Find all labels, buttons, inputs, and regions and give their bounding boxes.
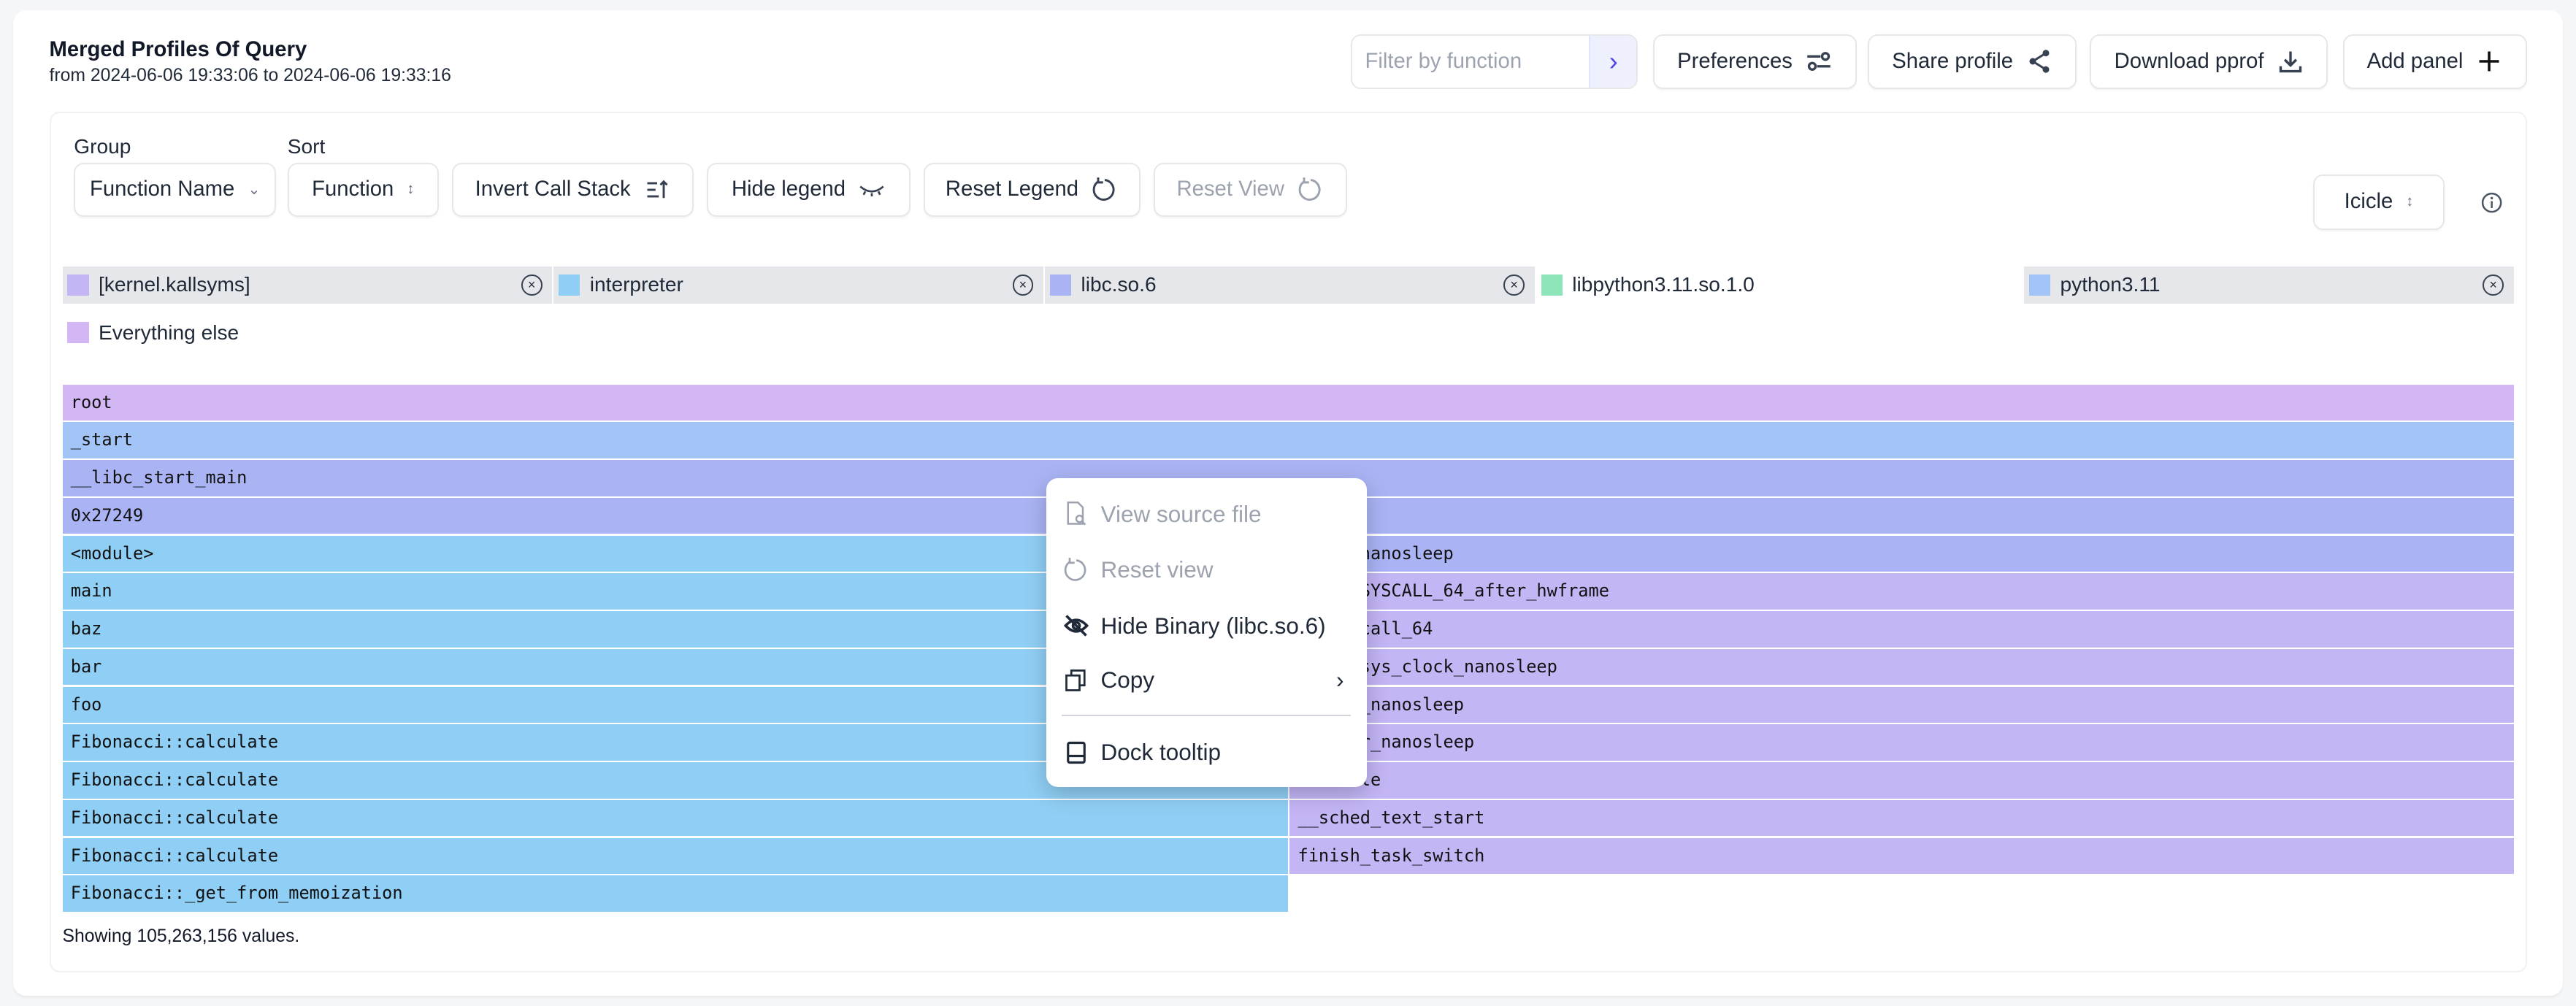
menu-item-label: View source file <box>1100 500 1262 527</box>
menu-item-label: Reset view <box>1100 556 1214 583</box>
info-icon[interactable] <box>2481 192 2502 213</box>
group-select[interactable]: Function Name ⌄ <box>74 162 276 217</box>
flame-frame[interactable]: Fibonacci::calculate <box>62 837 1288 874</box>
legend-item[interactable]: interpreter × <box>553 266 1043 304</box>
sort-ascending-icon <box>647 180 668 199</box>
legend-label: [kernel.kallsyms] <box>99 273 250 296</box>
reset-legend-button[interactable]: Reset Legend <box>923 162 1141 217</box>
eye-off-icon <box>1063 615 1089 637</box>
legend-swatch <box>559 274 580 296</box>
time-range: from 2024-06-06 19:33:06 to 2024-06-06 1… <box>49 66 451 85</box>
chevron-down-icon: ⌄ <box>248 182 261 199</box>
sort-value: Function <box>312 177 394 201</box>
reset-icon <box>1298 177 1321 201</box>
flame-frame[interactable]: hrtimer_nanosleep <box>1289 724 2514 761</box>
legend-swatch <box>1541 274 1563 296</box>
legend-item[interactable]: libc.so.6 × <box>1045 266 1535 304</box>
reset-icon <box>1092 177 1115 201</box>
legend-label: interpreter <box>589 273 683 296</box>
download-label: Download pprof <box>2114 49 2264 73</box>
invert-label: Invert Call Stack <box>475 177 631 201</box>
menu-item-copy[interactable]: Copy › <box>1063 658 1351 702</box>
sort-label: Sort <box>287 134 326 158</box>
visualization-value: Icicle <box>2344 190 2393 214</box>
menu-item-view-source-file[interactable]: View source file <box>1063 493 1351 536</box>
invert-call-stack-button[interactable]: Invert Call Stack <box>451 162 694 217</box>
share-profile-button[interactable]: Share profile <box>1868 34 2077 89</box>
chevron-up-down-icon: ↕ <box>407 181 415 198</box>
preferences-button[interactable]: Preferences <box>1652 34 1857 89</box>
download-pprof-button[interactable]: Download pprof <box>2090 34 2328 89</box>
filter-submit-button[interactable]: › <box>1589 36 1637 88</box>
legend-label: libpython3.11.so.1.0 <box>1572 273 1755 296</box>
legend-swatch <box>67 274 89 296</box>
flame-frame[interactable]: clock_nanosleep <box>1289 535 2514 572</box>
remove-circle-icon[interactable]: × <box>2483 274 2504 296</box>
flame-frame[interactable]: do_syscall_64 <box>1289 611 2514 648</box>
group-value: Function Name <box>89 177 235 201</box>
page-title: Merged Profiles Of Query <box>49 37 307 61</box>
chevron-right-icon: › <box>1336 667 1344 693</box>
flame-frame[interactable]: Fibonacci::calculate <box>62 799 1288 837</box>
sliders-icon <box>1807 52 1831 72</box>
legend-item[interactable]: [kernel.kallsyms] × <box>62 266 552 304</box>
chevron-right-icon: › <box>1609 46 1618 77</box>
legend-item[interactable]: python3.11 × <box>2024 266 2514 304</box>
sort-select[interactable]: Function ↕ <box>287 162 439 217</box>
share-label: Share profile <box>1892 49 2014 73</box>
flame-frame[interactable]: Fibonacci::_get_from_memoization <box>62 875 1288 912</box>
group-label: Group <box>74 134 131 158</box>
context-menu: View source file Reset view Hide Binary … <box>1046 477 1367 787</box>
legend-swatch <box>67 322 89 344</box>
flame-frame[interactable]: finish_task_switch <box>1289 837 2514 874</box>
reset-view-label: Reset View <box>1176 177 1284 201</box>
legend-label: libc.so.6 <box>1081 273 1157 296</box>
share-icon <box>2029 50 2050 74</box>
reset-icon <box>1064 557 1086 581</box>
flame-frame[interactable]: schedule <box>1289 762 2514 799</box>
plus-icon <box>2479 51 2499 72</box>
reset-legend-label: Reset Legend <box>945 177 1079 201</box>
menu-item-label: Hide Binary (libc.so.6) <box>1100 612 1326 639</box>
legend-item[interactable]: libpython3.11.so.1.0 <box>1536 266 2026 304</box>
filter-by-function: › <box>1350 34 1638 89</box>
dock-icon <box>1066 741 1086 764</box>
filter-input[interactable] <box>1352 36 1590 88</box>
reset-view-button[interactable]: Reset View <box>1153 162 1347 217</box>
menu-item-reset-view[interactable]: Reset view <box>1063 549 1351 592</box>
legend-label: Everything else <box>99 320 239 344</box>
flame-frame[interactable]: _start <box>62 422 2514 458</box>
download-icon <box>2279 51 2301 73</box>
remove-circle-icon[interactable]: × <box>1503 274 1525 296</box>
remove-circle-icon[interactable]: × <box>521 274 543 296</box>
menu-item-hide-binary[interactable]: Hide Binary (libc.so.6) <box>1063 604 1351 648</box>
eye-closed-icon <box>859 185 884 196</box>
copy-icon <box>1065 669 1086 691</box>
flame-frame[interactable]: __sched_text_start <box>1289 799 2514 837</box>
preferences-label: Preferences <box>1677 49 1793 73</box>
flame-frame[interactable]: root <box>62 384 2514 421</box>
chevron-up-down-icon: ↕ <box>2406 193 2414 210</box>
legend-swatch <box>1049 274 1071 296</box>
add-panel-button[interactable]: Add panel <box>2342 34 2527 89</box>
flame-frame[interactable]: common_nanosleep <box>1289 686 2514 723</box>
remove-circle-icon[interactable]: × <box>1012 274 1034 296</box>
menu-item-label: Dock tooltip <box>1100 739 1222 765</box>
legend-item[interactable]: Everything else <box>63 314 553 352</box>
flame-frame[interactable]: entry_SYSCALL_64_after_hwframe <box>1289 573 2514 610</box>
menu-divider <box>1061 714 1351 716</box>
hide-legend-label: Hide legend <box>731 177 846 201</box>
file-search-icon <box>1067 502 1086 526</box>
legend-swatch <box>2028 274 2050 296</box>
values-count: Showing 105,263,156 values. <box>62 926 300 946</box>
add-panel-label: Add panel <box>2366 49 2464 73</box>
menu-item-label: Copy <box>1100 667 1155 693</box>
visualization-select[interactable]: Icicle ↕ <box>2313 174 2445 230</box>
legend-label: python3.11 <box>2060 273 2161 296</box>
hide-legend-button[interactable]: Hide legend <box>706 162 911 217</box>
menu-item-dock-tooltip[interactable]: Dock tooltip <box>1063 731 1351 774</box>
flame-frame[interactable]: __x64_sys_clock_nanosleep <box>1289 648 2514 686</box>
